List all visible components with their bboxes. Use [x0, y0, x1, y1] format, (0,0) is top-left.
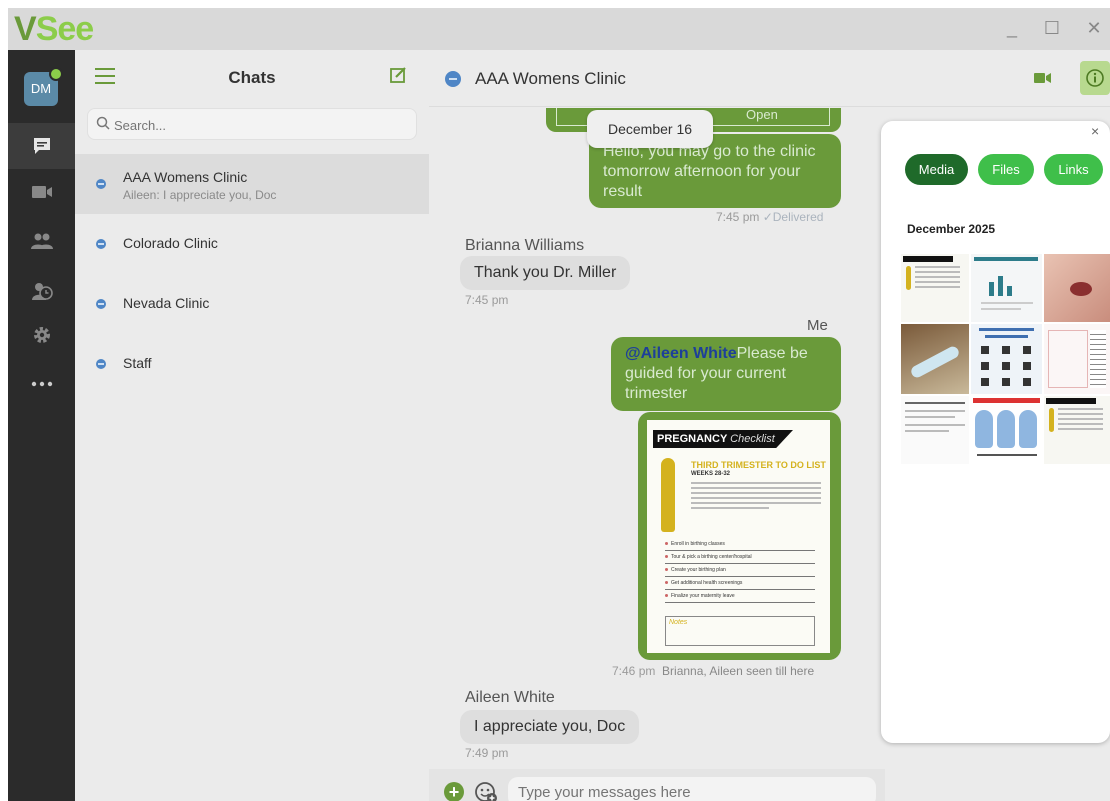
- media-thumbnail[interactable]: [971, 396, 1042, 464]
- plus-icon[interactable]: +: [444, 782, 464, 801]
- nav-video[interactable]: [8, 169, 75, 215]
- sender-name: Brianna Williams: [465, 237, 585, 254]
- media-thumbnail[interactable]: [971, 324, 1042, 394]
- emoji-icon[interactable]: [474, 780, 498, 801]
- chat-item-preview: Aileen: I appreciate you, Doc: [123, 188, 277, 202]
- info-button[interactable]: [1080, 61, 1110, 95]
- media-thumbnail[interactable]: [901, 396, 969, 464]
- contacts-icon: [30, 233, 53, 249]
- group-chat-icon: [96, 239, 106, 249]
- seen-receipt: Brianna, Aileen seen till here: [662, 664, 815, 678]
- group-chat-icon: [445, 71, 461, 87]
- compose-icon[interactable]: [389, 66, 407, 84]
- media-thumbnail[interactable]: [1044, 324, 1110, 394]
- maximize-button[interactable]: ☐: [1040, 16, 1064, 40]
- media-thumbnail[interactable]: [1044, 396, 1110, 464]
- chats-title: Chats: [228, 68, 276, 87]
- info-icon: [1086, 69, 1104, 87]
- conversation-pane: Open December 16 Hello, you may go to th…: [429, 50, 885, 801]
- media-thumbnail[interactable]: [1044, 254, 1110, 322]
- chat-item-name: AAA Womens Clinic: [123, 169, 248, 185]
- video-call-icon[interactable]: [1034, 71, 1052, 85]
- mention[interactable]: @Aileen White: [625, 345, 737, 362]
- chat-item-name: Staff: [123, 355, 152, 371]
- close-button[interactable]: ✕: [1082, 16, 1106, 40]
- message-bubble: @Aileen WhitePlease be guided for your c…: [611, 337, 841, 411]
- avatar[interactable]: DM: [24, 67, 63, 106]
- sender-name: Me: [807, 317, 828, 334]
- doc-notes-box: Notes: [665, 616, 815, 646]
- chat-item-staff[interactable]: Staff: [75, 334, 429, 394]
- date-separator: December 16: [587, 110, 713, 148]
- message-bubble: I appreciate you, Doc: [460, 710, 640, 744]
- history-icon: [31, 283, 53, 300]
- pregnancy-checklist-image: PREGNANCY Checklist THIRD TRIMESTER TO D…: [647, 420, 830, 653]
- message-time: 7:46 pm: [612, 664, 656, 678]
- chats-header: Chats: [75, 50, 429, 106]
- media-thumbnail[interactable]: [971, 254, 1042, 322]
- delivery-status: ✓Delivered: [762, 210, 824, 224]
- settings-icon: [33, 327, 50, 343]
- chat-item-name: Colorado Clinic: [123, 235, 218, 251]
- conversation-title: AAA Womens Clinic: [475, 69, 626, 88]
- tab-files[interactable]: Files: [978, 154, 1034, 185]
- doc-subtitle: WEEKS 28-32: [691, 471, 731, 477]
- tab-media[interactable]: Media: [905, 154, 968, 185]
- nav-chats[interactable]: [8, 123, 75, 169]
- chat-icon: [33, 138, 50, 154]
- message-time: 7:45 pm: [716, 210, 760, 224]
- message-meta: 7:45 pm ✓Delivered: [716, 210, 823, 224]
- sender-name: Aileen White: [465, 689, 555, 706]
- chats-panel: Chats AAA Womens Clinic Aileen: I apprec…: [75, 50, 429, 801]
- pregnant-silhouette-icon: [661, 458, 675, 532]
- message-time: 7:45 pm: [465, 293, 509, 307]
- avatar-initials: DM: [30, 81, 52, 96]
- media-panel: × Media Files Links December 2025: [881, 121, 1110, 743]
- doc-checklist: Enroll in birthing classes Tour & pick a…: [665, 538, 815, 603]
- message-time: 7:49 pm: [465, 746, 509, 760]
- message-meta: 7:46 pm Brianna, Aileen seen till here: [612, 664, 814, 678]
- message-input[interactable]: [508, 777, 876, 801]
- more-icon: [31, 381, 52, 387]
- group-chat-icon: [96, 179, 106, 189]
- chat-item-aaa-womens-clinic[interactable]: AAA Womens Clinic Aileen: I appreciate y…: [75, 154, 429, 214]
- nav-more[interactable]: [8, 361, 75, 407]
- group-chat-icon: [96, 299, 106, 309]
- media-thumbnail[interactable]: [901, 324, 969, 394]
- search-icon: [96, 116, 110, 130]
- doc-body-text: [691, 482, 821, 512]
- nav-contacts[interactable]: [8, 218, 75, 264]
- media-section-date: December 2025: [907, 222, 996, 236]
- tab-links[interactable]: Links: [1044, 154, 1103, 185]
- nav-rail: DM: [8, 50, 75, 801]
- image-attachment-bubble[interactable]: PREGNANCY Checklist THIRD TRIMESTER TO D…: [638, 412, 841, 660]
- doc-heading: PREGNANCY Checklist: [653, 430, 793, 448]
- search-box[interactable]: [87, 108, 417, 140]
- chat-item-nevada-clinic[interactable]: Nevada Clinic: [75, 274, 429, 334]
- chat-item-name: Nevada Clinic: [123, 295, 210, 311]
- nav-settings[interactable]: [8, 312, 75, 358]
- group-chat-icon: [96, 359, 106, 369]
- title-bar: VSee _ ☐ ✕: [8, 8, 1110, 50]
- video-icon: [31, 186, 52, 198]
- chat-item-colorado-clinic[interactable]: Colorado Clinic: [75, 214, 429, 274]
- message-bubble: Thank you Dr. Miller: [460, 256, 631, 290]
- online-status-dot: [49, 67, 63, 81]
- open-link[interactable]: Open: [746, 107, 778, 122]
- vsee-logo: VSee: [14, 10, 94, 48]
- close-panel-button[interactable]: ×: [1091, 123, 1099, 139]
- conversation-header: AAA Womens Clinic: [429, 50, 1110, 107]
- minimize-button[interactable]: _: [1000, 16, 1024, 40]
- nav-history[interactable]: [8, 268, 75, 314]
- media-thumbnail[interactable]: [901, 254, 969, 322]
- search-input[interactable]: [114, 115, 404, 135]
- doc-title: THIRD TRIMESTER TO DO LIST: [691, 460, 826, 470]
